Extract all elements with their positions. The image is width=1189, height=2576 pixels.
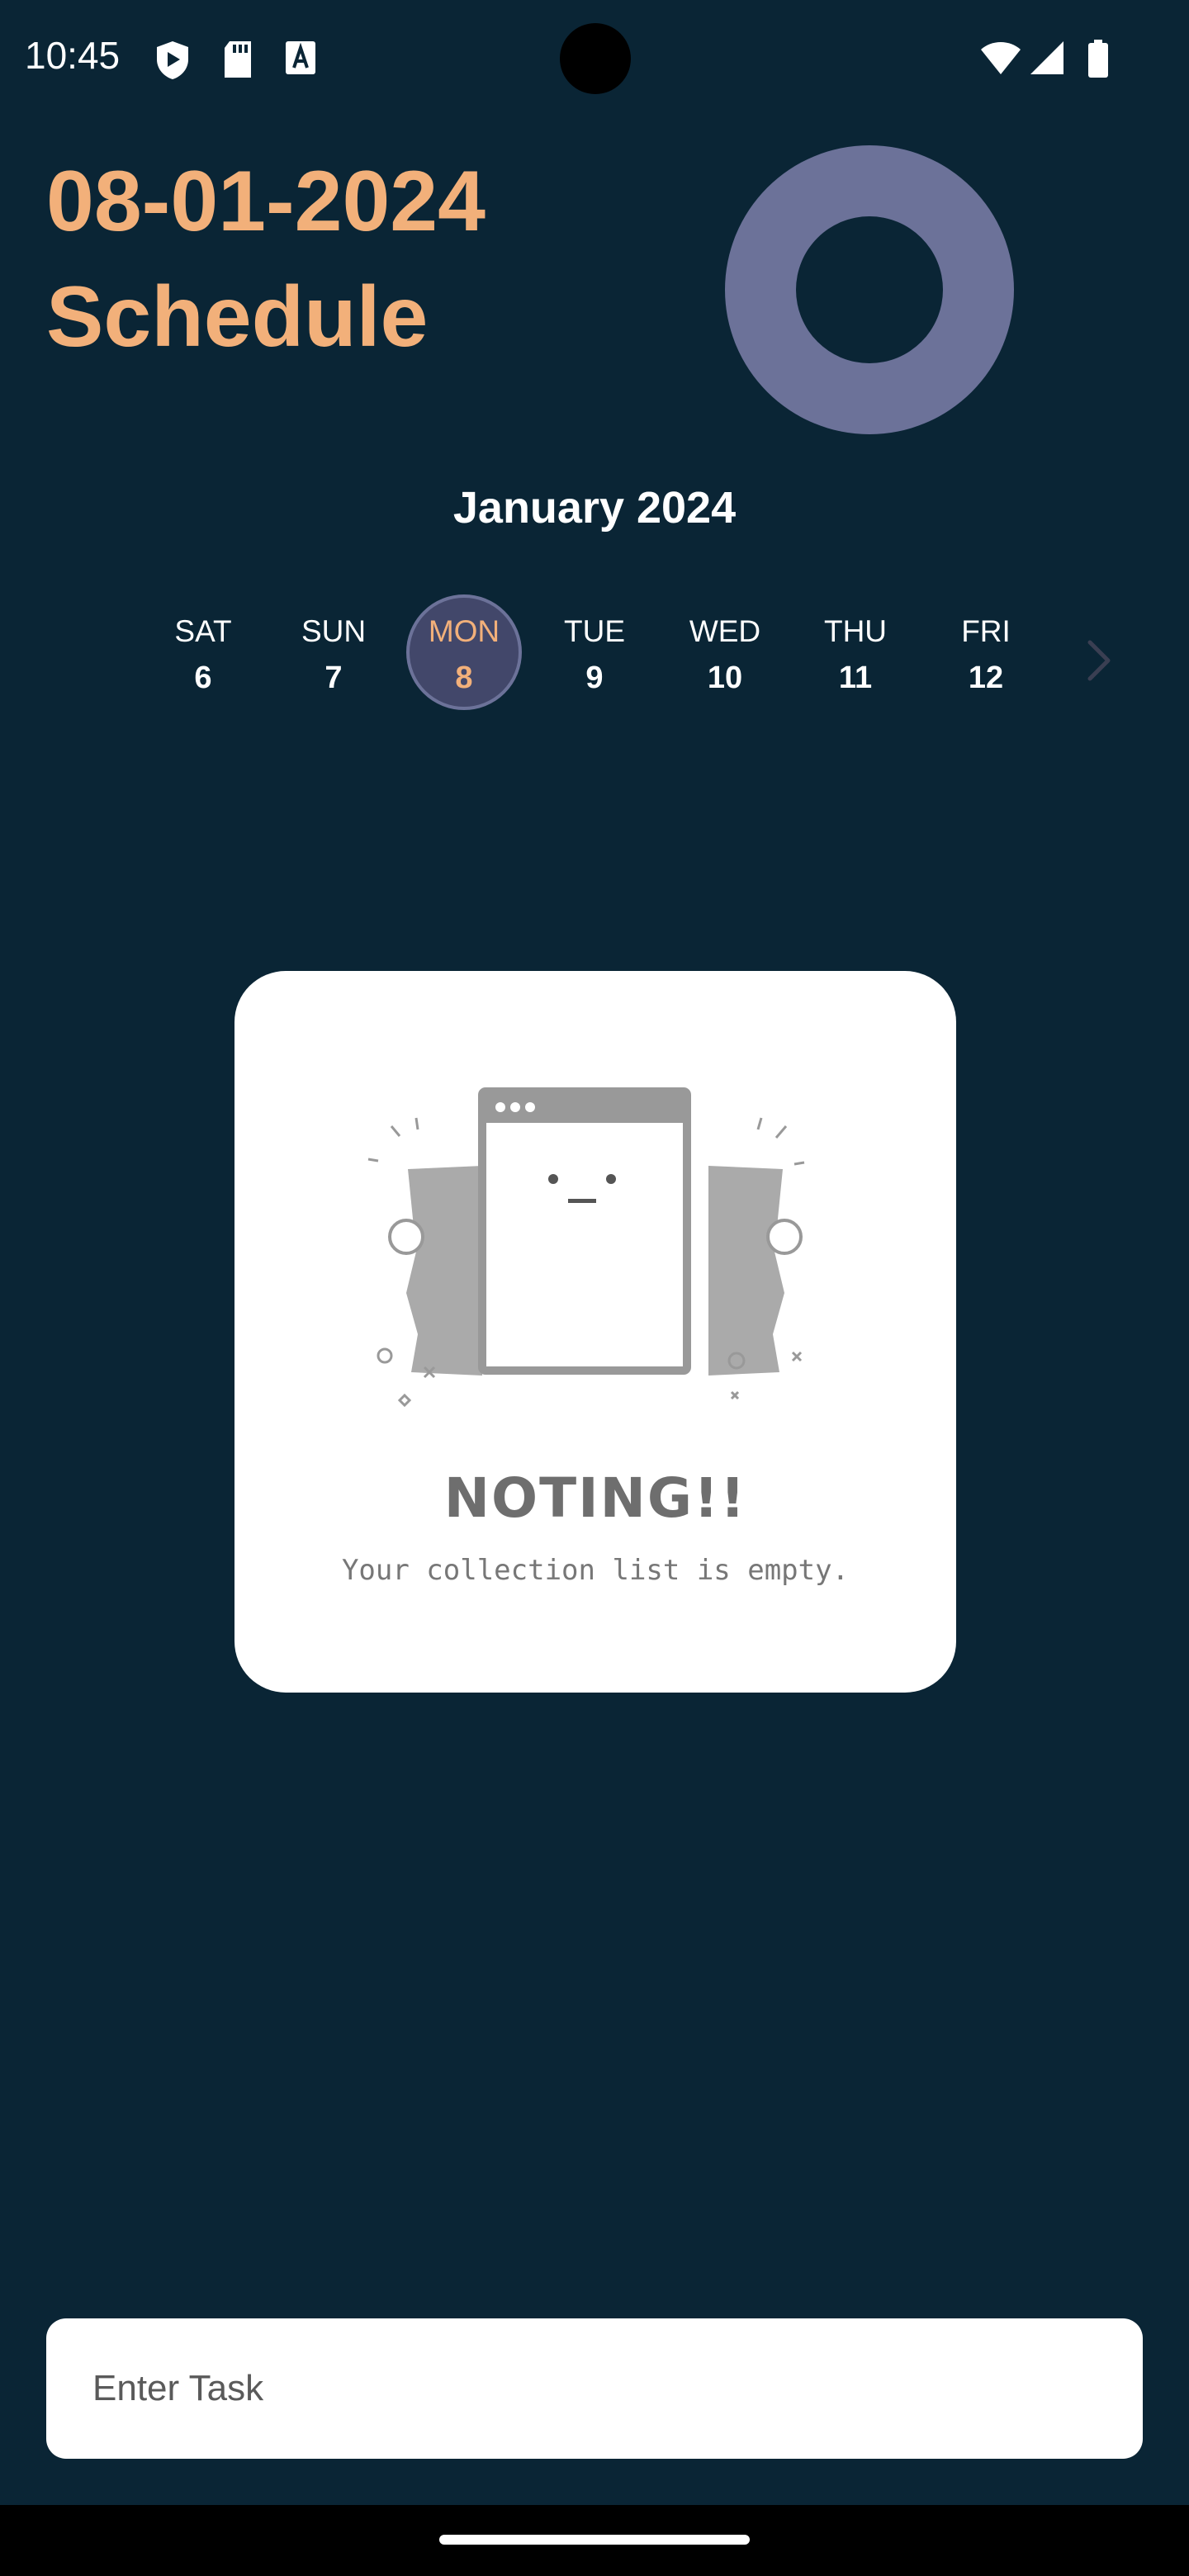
header-date: 08-01-2024 — [46, 154, 486, 249]
day-date: 8 — [455, 661, 473, 695]
day-item-wed[interactable]: WED 10 — [667, 594, 783, 718]
task-input[interactable] — [46, 2318, 1143, 2459]
day-item-tue[interactable]: TUE 9 — [537, 594, 652, 718]
sd-card-icon — [225, 41, 251, 78]
day-name: SAT — [174, 614, 232, 648]
empty-document-illustration-icon — [367, 1087, 805, 1408]
day-name: FRI — [961, 614, 1011, 648]
status-bar: 10:45 — [0, 0, 1189, 116]
play-protect-icon — [157, 41, 188, 79]
month-label: January 2024 — [452, 483, 737, 533]
day-date: 11 — [838, 661, 873, 695]
front-camera — [560, 23, 631, 94]
wifi-icon — [981, 42, 1021, 74]
day-name: WED — [689, 614, 761, 648]
header-title: Schedule — [46, 269, 429, 365]
empty-state-card: NOTING!! Your collection list is empty. — [234, 971, 956, 1693]
day-item-sat[interactable]: SAT 6 — [145, 594, 261, 718]
empty-state-subtitle: Your collection list is empty. — [341, 1554, 850, 1587]
day-item-fri[interactable]: FRI 12 — [928, 594, 1044, 718]
font-download-icon — [286, 41, 315, 74]
day-date: 6 — [194, 661, 212, 695]
cell-signal-icon — [1030, 41, 1063, 74]
day-item-mon-selected[interactable]: MON 8 — [406, 594, 522, 718]
day-name: SUN — [301, 614, 367, 648]
day-date: 9 — [585, 661, 604, 695]
empty-state-title: NOTING!! — [443, 1466, 747, 1530]
day-item-sun[interactable]: SUN 7 — [276, 594, 391, 718]
day-date: 10 — [707, 661, 743, 695]
battery-icon — [1088, 40, 1108, 78]
day-date: 12 — [968, 661, 1004, 695]
day-name: TUE — [564, 614, 625, 648]
home-gesture-handle[interactable] — [439, 2535, 750, 2545]
day-name: THU — [823, 614, 888, 648]
decorative-ring-hole — [796, 216, 943, 363]
day-item-thu[interactable]: THU 11 — [798, 594, 913, 718]
day-date: 7 — [324, 661, 343, 695]
chevron-right-icon[interactable] — [1073, 636, 1123, 685]
day-name: MON — [428, 614, 500, 648]
status-time: 10:45 — [25, 34, 121, 77]
